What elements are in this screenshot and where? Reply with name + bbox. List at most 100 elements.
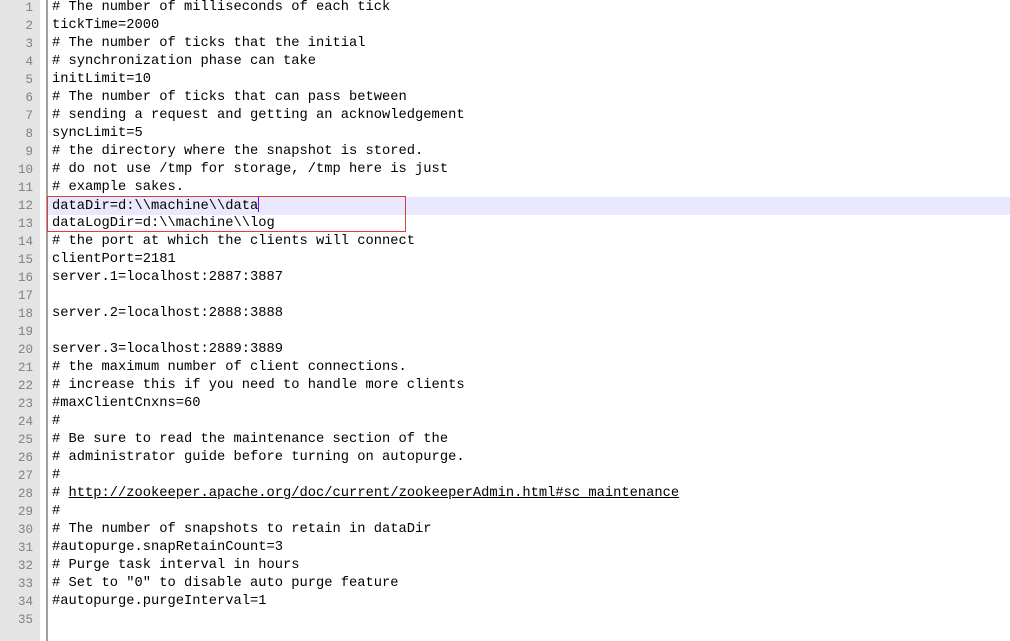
editor-line[interactable]: 12 dataDir=d:\\machine\\data [0,197,1010,215]
editor-text-area[interactable]: 1 # The number of milliseconds of each ti… [0,0,1010,629]
line-text[interactable]: # Purge task interval in hours [48,557,1010,575]
line-text[interactable]: # The number of ticks that the initial [48,35,1010,53]
editor-line[interactable]: 20 server.3=localhost:2889:3889 [0,341,1010,359]
line-text[interactable] [48,611,1010,629]
line-text[interactable]: # the port at which the clients will con… [48,233,1010,251]
editor-line[interactable]: 23 #maxClientCnxns=60 [0,395,1010,413]
line-text[interactable]: # synchronization phase can take [48,53,1010,71]
editor-line[interactable]: 35 [0,611,1010,629]
maintenance-link[interactable]: http://zookeeper.apache.org/doc/current/… [69,486,680,501]
line-text[interactable]: #autopurge.snapRetainCount=3 [48,539,1010,557]
line-text[interactable]: tickTime=2000 [48,17,1010,35]
line-number: 32 [17,559,33,573]
line-text[interactable]: # The number of ticks that can pass betw… [48,89,1010,107]
line-number: 30 [17,523,33,537]
line-text[interactable]: # do not use /tmp for storage, /tmp here… [48,161,1010,179]
editor-line[interactable]: 7 # sending a request and getting an ackn… [0,107,1010,125]
editor-line[interactable]: 32 # Purge task interval in hours [0,557,1010,575]
line-number: 18 [17,307,33,321]
editor-line[interactable]: 8 syncLimit=5 [0,125,1010,143]
line-number: 4 [25,55,33,69]
line-number: 34 [17,595,33,609]
editor-line[interactable]: 13 dataLogDir=d:\\machine\\log [0,215,1010,233]
line-text[interactable] [48,287,1010,305]
editor-line[interactable]: 11 # example sakes. [0,179,1010,197]
line-number: 25 [17,433,33,447]
line-number: 31 [17,541,33,555]
line-text[interactable]: # Be sure to read the maintenance sectio… [48,431,1010,449]
line-number: 16 [17,271,33,285]
line-text[interactable]: # Set to "0" to disable auto purge featu… [48,575,1010,593]
editor-line[interactable]: 31 #autopurge.snapRetainCount=3 [0,539,1010,557]
line-text[interactable]: server.1=localhost:2887:3887 [48,269,1010,287]
line-text[interactable]: # sending a request and getting an ackno… [48,107,1010,125]
editor-line[interactable]: 27 # [0,467,1010,485]
line-number: 20 [17,343,33,357]
line-number: 22 [17,379,33,393]
line-number: 6 [25,91,33,105]
editor-line[interactable]: 15 clientPort=2181 [0,251,1010,269]
editor-line[interactable]: 16 server.1=localhost:2887:3887 [0,269,1010,287]
editor-line[interactable]: 14 # the port at which the clients will c… [0,233,1010,251]
editor-line[interactable]: 34 #autopurge.purgeInterval=1 [0,593,1010,611]
line-number: 11 [17,181,33,195]
line-number: 13 [17,217,33,231]
line-number: 35 [17,613,33,627]
editor-line[interactable]: 21 # the maximum number of client connect… [0,359,1010,377]
editor-line[interactable]: 18 server.2=localhost:2888:3888 [0,305,1010,323]
line-number: 27 [17,469,33,483]
editor-line[interactable]: 33 # Set to "0" to disable auto purge fea… [0,575,1010,593]
line-text[interactable]: # the maximum number of client connectio… [48,359,1010,377]
line-text[interactable]: # The number of snapshots to retain in d… [48,521,1010,539]
line-number: 5 [25,73,33,87]
editor-line[interactable]: 4 # synchronization phase can take [0,53,1010,71]
line-text[interactable] [48,323,1010,341]
line-number: 17 [17,289,33,303]
line-text[interactable]: # administrator guide before turning on … [48,449,1010,467]
line-text[interactable]: dataDir=d:\\machine\\data [48,197,1010,215]
editor-line[interactable]: 9 # the directory where the snapshot is s… [0,143,1010,161]
editor-line[interactable]: 26 # administrator guide before turning o… [0,449,1010,467]
line-text[interactable]: dataLogDir=d:\\machine\\log [48,215,1010,233]
line-text[interactable]: initLimit=10 [48,71,1010,89]
editor-line[interactable]: 5 initLimit=10 [0,71,1010,89]
line-text[interactable]: server.3=localhost:2889:3889 [48,341,1010,359]
line-number: 3 [25,37,33,51]
editor-line[interactable]: 1 # The number of milliseconds of each ti… [0,0,1010,17]
editor-line[interactable]: 29 # [0,503,1010,521]
line-text[interactable]: # http://zookeeper.apache.org/doc/curren… [48,485,1010,503]
line-text[interactable]: # increase this if you need to handle mo… [48,377,1010,395]
line-text[interactable]: #maxClientCnxns=60 [48,395,1010,413]
line-text[interactable]: syncLimit=5 [48,125,1010,143]
line-number: 33 [17,577,33,591]
editor-line[interactable]: 22 # increase this if you need to handle … [0,377,1010,395]
editor-line[interactable]: 24 # [0,413,1010,431]
line-text[interactable]: server.2=localhost:2888:3888 [48,305,1010,323]
line-number: 23 [17,397,33,411]
line-text[interactable]: clientPort=2181 [48,251,1010,269]
editor-line[interactable]: 3 # The number of ticks that the initial [0,35,1010,53]
line-text[interactable]: # example sakes. [48,179,1010,197]
line-text[interactable]: # [48,413,1010,431]
line-text[interactable]: # [48,467,1010,485]
editor-line[interactable]: 19 [0,323,1010,341]
editor-line[interactable]: 25 # Be sure to read the maintenance sect… [0,431,1010,449]
editor-line[interactable]: 10 # do not use /tmp for storage, /tmp he… [0,161,1010,179]
line-text[interactable]: # The number of milliseconds of each tic… [48,0,1010,17]
line-number: 15 [17,253,33,267]
line-number: 14 [17,235,33,249]
line-number: 12 [17,199,33,213]
line-text[interactable]: # [48,503,1010,521]
editor-line[interactable]: 17 [0,287,1010,305]
line-text[interactable]: #autopurge.purgeInterval=1 [48,593,1010,611]
editor-line[interactable]: 30 # The number of snapshots to retain in… [0,521,1010,539]
line-text[interactable]: # the directory where the snapshot is st… [48,143,1010,161]
line-number: 9 [25,145,33,159]
editor-line[interactable]: 2 tickTime=2000 [0,17,1010,35]
editor-line[interactable]: 6 # The number of ticks that can pass bet… [0,89,1010,107]
line-number: 2 [25,19,33,33]
editor-line[interactable]: 28 # http://zookeeper.apache.org/doc/curr… [0,485,1010,503]
line-number: 8 [25,127,33,141]
line-number: 29 [17,505,33,519]
line-number: 10 [17,163,33,177]
